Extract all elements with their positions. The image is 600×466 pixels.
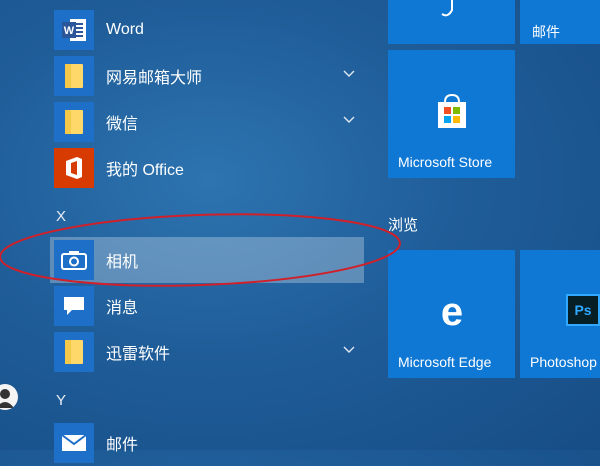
word-icon: W (54, 10, 94, 50)
messaging-icon (54, 286, 94, 326)
tile-label: Microsoft Edge (398, 354, 492, 370)
office-icon (54, 148, 94, 188)
tile-microsoft-edge[interactable]: e Microsoft Edge (388, 250, 515, 378)
app-item-camera[interactable]: 相机 (50, 237, 364, 283)
app-item-wechat[interactable]: 微信 (50, 99, 364, 145)
app-item-label: 网易邮箱大师 (106, 70, 203, 87)
app-item-label: 微信 (106, 116, 139, 133)
svg-text:W: W (64, 25, 75, 37)
start-menu: W Word 网易邮箱大师 微信 我的 Office X 相机 消息 迅雷软件 … (0, 0, 600, 463)
tile-group-title-browse[interactable]: 浏览 (388, 214, 418, 235)
user-avatar[interactable] (0, 384, 18, 410)
app-item-xunlei[interactable]: 迅雷软件 (50, 329, 364, 375)
section-letter-x[interactable]: X (56, 208, 66, 225)
store-bag-icon (438, 93, 466, 128)
app-item-my-office[interactable]: 我的 Office (50, 145, 364, 191)
app-item-label: 消息 (106, 300, 139, 317)
edge-icon: e (441, 292, 463, 332)
tile-mail[interactable]: 邮件 (520, 0, 600, 44)
chevron-down-icon[interactable] (340, 65, 358, 83)
tile-label: 邮件 (532, 24, 560, 40)
camera-icon (54, 240, 94, 280)
section-letter-y[interactable]: Y (56, 392, 66, 409)
app-item-label: Word (106, 21, 144, 38)
tile-label: Photoshop (530, 354, 597, 370)
mail-icon (54, 423, 94, 463)
chevron-down-icon[interactable] (340, 341, 358, 359)
app-item-word[interactable]: W Word (50, 7, 364, 53)
photoshop-icon: Ps (566, 294, 600, 326)
app-item-label: 迅雷软件 (106, 346, 171, 363)
folder-icon (54, 102, 94, 142)
chevron-down-icon[interactable] (340, 111, 358, 129)
app-item-netease-mail-master[interactable]: 网易邮箱大师 (50, 53, 364, 99)
folder-icon (54, 56, 94, 96)
app-item-label: 相机 (106, 254, 139, 271)
svg-text:e: e (441, 292, 463, 332)
tile-partial-top[interactable] (388, 0, 515, 44)
tile-label: Microsoft Store (398, 154, 493, 170)
app-item-label: 我的 Office (106, 162, 184, 179)
app-item-label: 邮件 (106, 437, 139, 454)
folder-icon (54, 332, 94, 372)
app-item-mail[interactable]: 邮件 (50, 420, 364, 466)
tile-photoshop[interactable]: Ps Photoshop (520, 250, 600, 378)
tile-microsoft-store[interactable]: Microsoft Store (388, 50, 515, 178)
clock-icon (441, 0, 453, 17)
app-item-messaging[interactable]: 消息 (50, 283, 364, 329)
